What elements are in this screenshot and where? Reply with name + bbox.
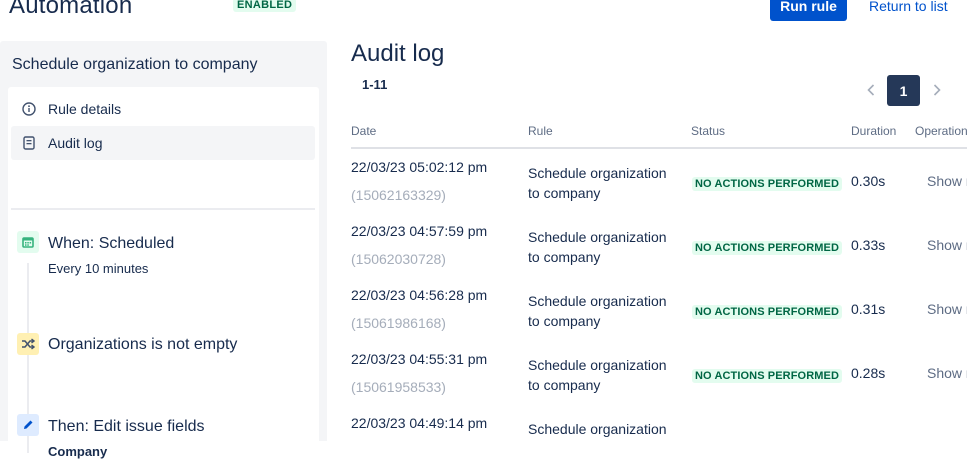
row-rule: Schedule organization to company xyxy=(528,293,667,329)
pencil-icon xyxy=(17,414,39,436)
info-icon xyxy=(14,102,44,116)
row-date: 22/03/23 05:02:12 pm xyxy=(351,159,488,175)
chevron-right-icon xyxy=(933,84,941,96)
rule-status-badge: ENABLED xyxy=(233,0,297,12)
run-rule-button[interactable]: Run rule xyxy=(770,0,847,21)
row-rule: Schedule organization xyxy=(528,421,667,437)
row-duration: 0.31s xyxy=(851,301,886,317)
row-id: (15062163329) xyxy=(351,187,446,203)
component-subtitle: Company xyxy=(48,444,108,459)
column-header-status[interactable]: Status xyxy=(691,124,725,138)
show-more-link[interactable]: Show more xyxy=(927,237,967,253)
column-header-duration[interactable]: Duration xyxy=(851,124,896,138)
table-row[interactable]: 22/03/23 04:55:31 pm (15061958533) Sched… xyxy=(351,343,967,407)
row-date: 22/03/23 04:57:59 pm xyxy=(351,223,488,239)
page-title: Automation xyxy=(9,0,133,19)
audit-log-title: Audit log xyxy=(351,40,445,67)
row-date: 22/03/23 04:55:31 pm xyxy=(351,351,488,367)
nav-item-rule-details[interactable]: Rule details xyxy=(11,92,315,126)
pagination-prev-button[interactable] xyxy=(861,80,881,100)
table-row[interactable]: 22/03/23 05:02:12 pm (15062163329) Sched… xyxy=(351,151,967,215)
shuffle-icon xyxy=(17,333,39,355)
row-status-badge: NO ACTIONS PERFORMED xyxy=(692,369,842,383)
row-status-badge: NO ACTIONS PERFORMED xyxy=(692,177,842,191)
component-title: Organizations is not empty xyxy=(48,336,238,353)
table-header-divider xyxy=(351,147,967,149)
calendar-icon xyxy=(17,231,39,253)
column-header-operation[interactable]: Operation xyxy=(915,124,967,138)
show-more-link[interactable]: Show more xyxy=(927,365,967,381)
table-row[interactable]: 22/03/23 04:49:14 pm Schedule organizati… xyxy=(351,407,967,471)
row-duration: 0.33s xyxy=(851,237,886,253)
rule-sidebar: Schedule organization to company Rule de… xyxy=(0,41,327,459)
nav-item-audit-log[interactable]: Audit log xyxy=(11,126,315,160)
row-id: (15061958533) xyxy=(351,379,446,395)
result-range: 1-11 xyxy=(362,77,388,92)
document-icon xyxy=(14,136,44,150)
row-id: (15061986168) xyxy=(351,315,446,331)
component-title: Then: Edit issue fields xyxy=(48,418,205,435)
show-more-link[interactable]: Show more xyxy=(927,301,967,317)
row-duration: 0.28s xyxy=(851,365,886,381)
row-date: 22/03/23 04:49:14 pm xyxy=(351,415,488,431)
column-header-rule[interactable]: Rule xyxy=(528,124,553,138)
row-rule: Schedule organization to company xyxy=(528,357,667,393)
rule-name: Schedule organization to company xyxy=(12,56,258,73)
row-rule: Schedule organization to company xyxy=(528,165,667,201)
component-subtitle: Every 10 minutes xyxy=(48,261,149,276)
chevron-left-icon xyxy=(867,84,875,96)
pagination-page-1[interactable]: 1 xyxy=(887,75,920,106)
nav-item-label: Audit log xyxy=(48,135,103,151)
column-header-date[interactable]: Date xyxy=(351,124,376,138)
pagination-next-button[interactable] xyxy=(927,80,947,100)
nav-divider xyxy=(11,208,315,210)
row-date: 22/03/23 04:56:28 pm xyxy=(351,287,488,303)
show-more-link[interactable]: Show more xyxy=(927,173,967,189)
nav-item-label: Rule details xyxy=(48,101,122,117)
row-duration: 0.30s xyxy=(851,173,886,189)
rule-nav-card: Rule details Audit log When: Scheduled E… xyxy=(8,87,319,459)
row-status-badge: NO ACTIONS PERFORMED xyxy=(692,305,842,319)
component-title: When: Scheduled xyxy=(48,235,175,252)
table-row[interactable]: 22/03/23 04:57:59 pm (15062030728) Sched… xyxy=(351,215,967,279)
row-id: (15062030728) xyxy=(351,251,446,267)
row-rule: Schedule organization to company xyxy=(528,229,667,265)
table-row[interactable]: 22/03/23 04:56:28 pm (15061986168) Sched… xyxy=(351,279,967,343)
row-status-badge: NO ACTIONS PERFORMED xyxy=(692,241,842,255)
return-to-list-link[interactable]: Return to list xyxy=(869,0,948,14)
